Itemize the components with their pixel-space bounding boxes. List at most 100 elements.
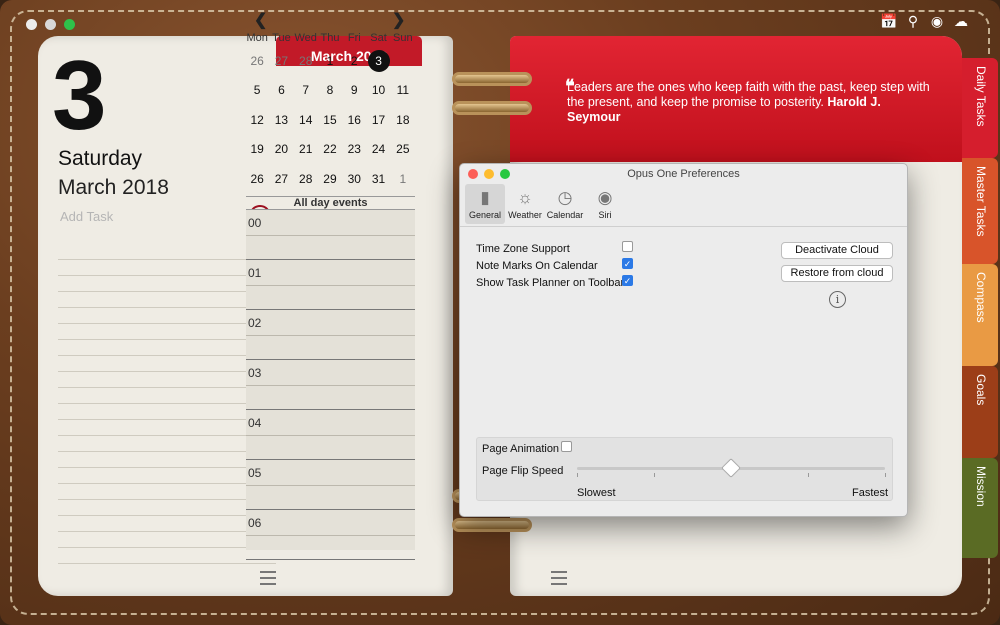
half-hour-line (246, 335, 415, 336)
time-zone-checkbox[interactable] (622, 241, 633, 252)
calendar-day[interactable]: 1 (318, 54, 342, 68)
calendar-day-today[interactable]: 3 (366, 49, 390, 72)
hour-slot[interactable]: 00 (246, 210, 415, 260)
tab-label: Goals (974, 374, 988, 406)
half-hour-line (246, 485, 415, 486)
calendar-day[interactable]: 8 (318, 83, 342, 97)
page-animation-checkbox[interactable] (561, 441, 572, 452)
tab-calendar[interactable]: ◷ Calendar (545, 184, 585, 224)
calendar-day[interactable]: 19 (245, 142, 269, 156)
calendar-day[interactable]: 5 (245, 83, 269, 97)
half-hour-line (246, 535, 415, 536)
calendar-day[interactable]: 17 (366, 113, 390, 127)
hour-label: 03 (248, 366, 262, 380)
hour-slot[interactable]: 06 (246, 510, 415, 560)
task-list-lines[interactable] (58, 244, 276, 572)
hour-label: 05 (248, 466, 262, 480)
calendar-day[interactable]: 31 (366, 172, 390, 186)
calendar-day[interactable]: 18 (391, 113, 415, 127)
calendar-day[interactable]: 28 (294, 54, 318, 68)
tab-master-tasks[interactable]: Master Tasks (962, 158, 998, 264)
tab-general-label: General (468, 210, 502, 220)
clock-icon: ◷ (557, 188, 573, 207)
calendar-day[interactable]: 13 (269, 113, 293, 127)
prev-month-button[interactable]: ❮ (254, 10, 267, 30)
calendar-day[interactable]: 1 (391, 172, 415, 186)
calendar-day[interactable]: 14 (294, 113, 318, 127)
eye-icon[interactable]: ◉ (928, 12, 946, 30)
sun-icon: ☼ (517, 188, 533, 207)
slider-min-label: Slowest (577, 487, 616, 499)
calendar-day[interactable]: 12 (245, 113, 269, 127)
task-planner-checkbox[interactable]: ✓ (622, 275, 633, 286)
hourly-schedule: 00 01 02 03 04 05 06 (246, 210, 415, 560)
next-month-button[interactable]: ❯ (392, 10, 405, 30)
weekday: Wed (294, 32, 317, 44)
calendar-day[interactable]: 11 (391, 83, 415, 97)
calendar-day[interactable]: 22 (318, 142, 342, 156)
calendar-day[interactable]: 27 (269, 172, 293, 186)
month-year: March 2018 (58, 176, 169, 199)
app-window: 📅 ⚲ ◉ ☁ 3 Saturday March 2018 Add Task +… (0, 0, 1000, 625)
calendar-day[interactable]: 21 (294, 142, 318, 156)
tab-general[interactable]: ▮ General (465, 184, 505, 224)
calendar-day[interactable]: 28 (294, 172, 318, 186)
restore-from-cloud-button[interactable]: Restore from cloud (781, 265, 893, 282)
calendar-day[interactable]: 6 (269, 83, 293, 97)
calendar-day[interactable]: 4 (391, 55, 415, 66)
tab-compass[interactable]: Compass (962, 264, 998, 366)
note-marks-checkbox[interactable]: ✓ (622, 258, 633, 269)
calendar-day[interactable]: 2 (342, 54, 366, 68)
calendar-day[interactable]: 25 (391, 142, 415, 156)
info-icon[interactable]: i (829, 291, 846, 308)
slider-max-label: Fastest (852, 487, 889, 499)
hour-slot[interactable]: 01 (246, 260, 415, 310)
calendar-check-icon[interactable]: 📅 (880, 12, 898, 30)
calendar-day[interactable]: 7 (294, 83, 318, 97)
tab-siri[interactable]: ◉ Siri (585, 184, 625, 224)
all-day-events-header: All day events (246, 196, 415, 210)
minimize-window-button[interactable] (45, 19, 56, 30)
tab-mission[interactable]: Mission (962, 458, 998, 558)
hour-slot[interactable]: 02 (246, 310, 415, 360)
hour-slot[interactable]: 03 (246, 360, 415, 410)
left-menu-icon[interactable] (260, 571, 276, 585)
microphone-icon: ◉ (597, 188, 613, 207)
tab-daily-tasks[interactable]: Daily Tasks (962, 58, 998, 158)
week-row: 26 27 28 1 2 3 4 (245, 46, 415, 76)
hour-slot[interactable]: 05 (246, 460, 415, 510)
tab-label: Master Tasks (974, 166, 988, 237)
page-flip-speed-label: Page Flip Speed (482, 465, 564, 477)
calendar-day[interactable]: 16 (342, 113, 366, 127)
right-menu-icon[interactable] (551, 571, 567, 585)
window-controls (26, 19, 75, 30)
calendar-day[interactable]: 20 (269, 142, 293, 156)
tab-goals[interactable]: Goals (962, 366, 998, 458)
weekday: Mon (246, 32, 268, 44)
hour-slot[interactable]: 04 (246, 410, 415, 460)
tab-weather[interactable]: ☼ Weather (505, 184, 545, 224)
weekday: Tue (272, 32, 291, 44)
close-window-button[interactable] (26, 19, 37, 30)
calendar-day[interactable]: 27 (269, 54, 293, 68)
search-icon[interactable]: ⚲ (904, 12, 922, 30)
weekday-header: Mon Tue Wed Thu Fri Sat Sun (245, 30, 415, 46)
calendar-day[interactable]: 24 (366, 142, 390, 156)
calendar-day[interactable]: 15 (318, 113, 342, 127)
tab-label: Mission (974, 466, 988, 507)
calendar-day[interactable]: 10 (366, 83, 390, 97)
add-task-field[interactable]: Add Task (60, 209, 113, 224)
tab-weather-label: Weather (508, 210, 542, 220)
calendar-day[interactable]: 30 (342, 172, 366, 186)
half-hour-line (246, 285, 415, 286)
weekday: Sun (393, 32, 413, 44)
calendar-day[interactable]: 9 (342, 83, 366, 97)
calendar-day[interactable]: 26 (245, 172, 269, 186)
calendar-day[interactable]: 29 (318, 172, 342, 186)
day-name: Saturday (58, 147, 143, 170)
deactivate-cloud-button[interactable]: Deactivate Cloud (781, 242, 893, 259)
cloud-icon[interactable]: ☁ (952, 12, 970, 30)
calendar-day[interactable]: 23 (342, 142, 366, 156)
maximize-window-button[interactable] (64, 19, 75, 30)
calendar-day[interactable]: 26 (245, 54, 269, 68)
